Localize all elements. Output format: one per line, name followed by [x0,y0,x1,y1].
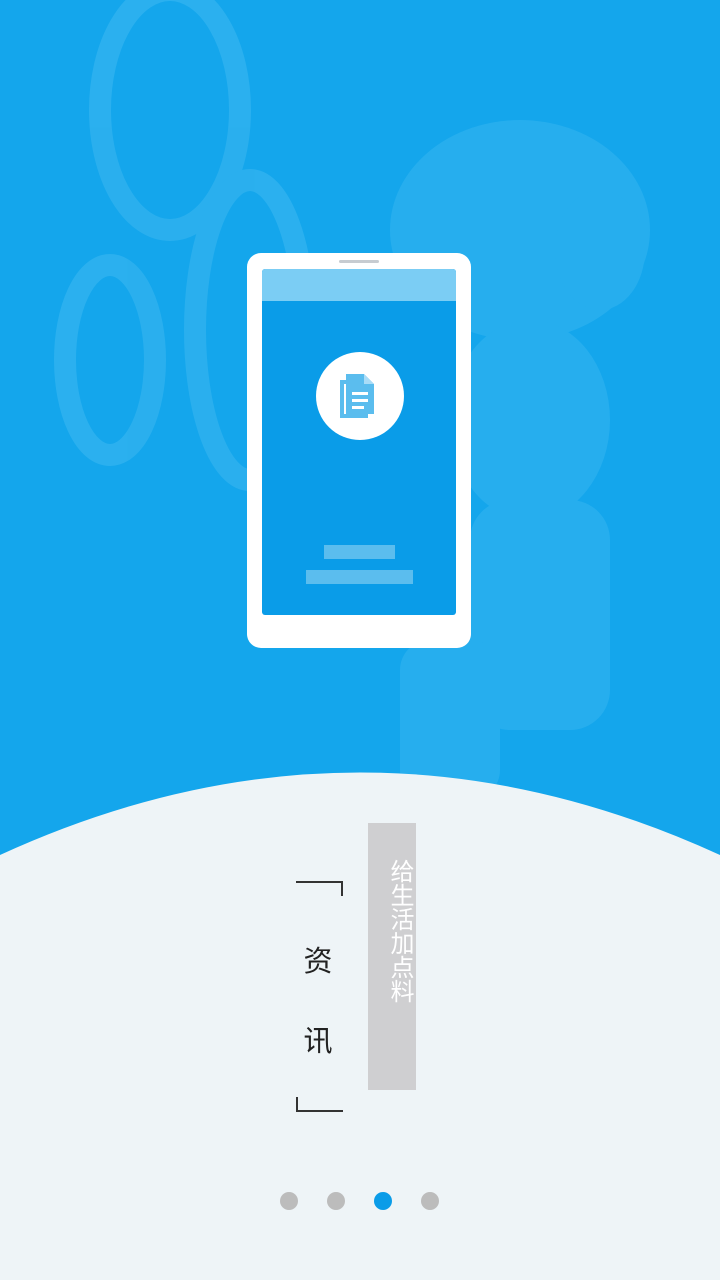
page-dot-2[interactable] [327,1192,345,1210]
slogan-box: 给生活加点料 [368,823,416,1090]
feature-title-char-2: 讯 [303,1024,333,1058]
phone-screen-header [262,269,456,301]
slogan-text: 给生活加点料 [386,859,414,1003]
placeholder-line-long [306,570,413,584]
placeholder-line-short [324,545,395,559]
onboarding-screen: 资 讯 给生活加点料 [0,0,720,1280]
document-copy-icon [340,374,374,418]
page-dot-1[interactable] [280,1192,298,1210]
phone-screen [262,269,456,615]
page-dot-4[interactable] [421,1192,439,1210]
document-badge [316,352,404,440]
page-dot-3-active[interactable] [374,1192,392,1210]
top-left-bracket [296,881,343,896]
bottom-right-bracket [296,1097,343,1112]
phone-illustration [247,253,471,648]
feature-title-char-1: 资 [303,944,333,978]
phone-speaker [339,260,379,263]
page-indicator [0,1192,720,1210]
